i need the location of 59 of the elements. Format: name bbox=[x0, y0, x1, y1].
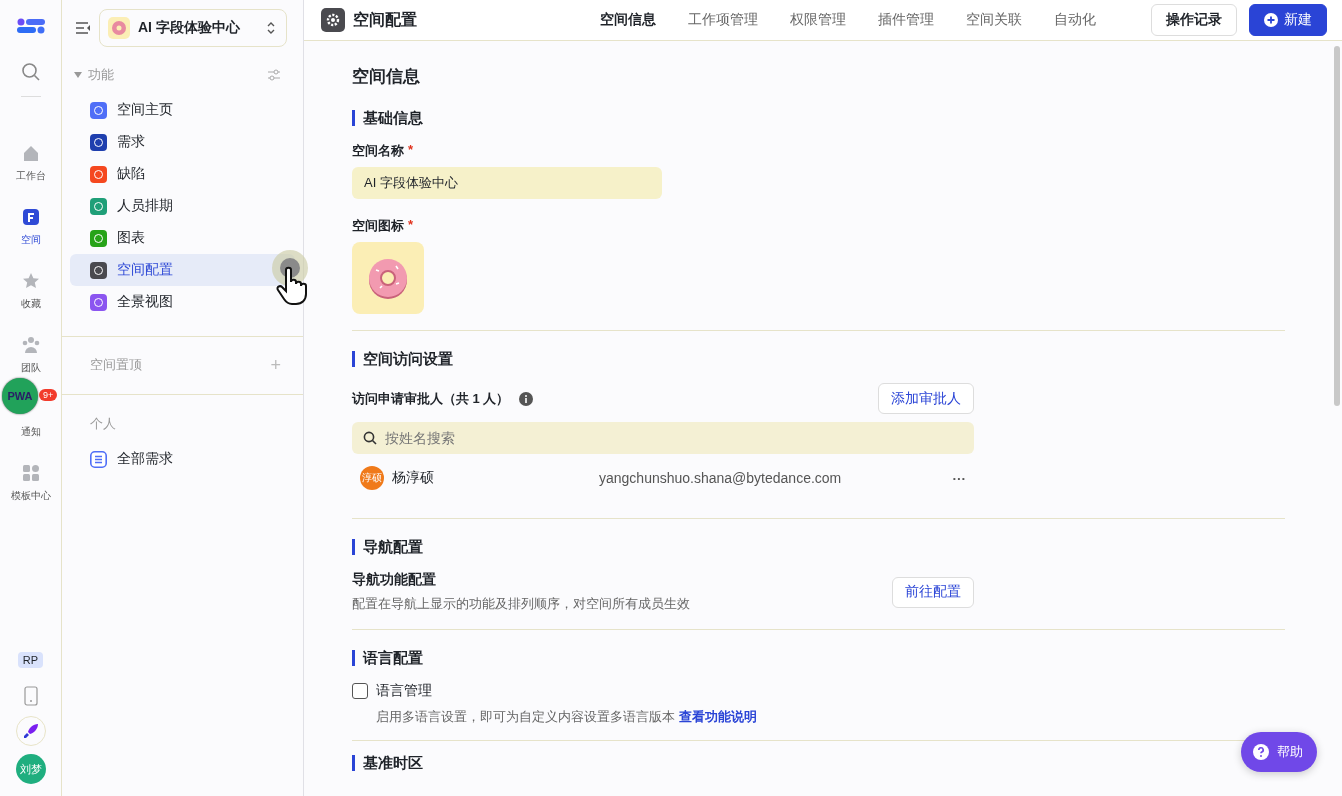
tab[interactable]: 空间关联 bbox=[950, 11, 1038, 29]
nav-item[interactable]: 空间配置 bbox=[70, 254, 295, 286]
more-button[interactable]: ··· bbox=[952, 470, 966, 486]
checkbox-label: 语言管理 bbox=[376, 682, 432, 700]
rail-item-label: 通知 bbox=[20, 425, 41, 439]
subsection-heading: 基础信息 bbox=[352, 110, 1285, 126]
rail-item-label: 收藏 bbox=[20, 297, 41, 311]
member-name: 杨淳硕 bbox=[392, 469, 435, 487]
section-title: 功能 bbox=[88, 66, 115, 84]
notification-badge: 9+ bbox=[39, 389, 58, 401]
tab[interactable]: 权限管理 bbox=[774, 11, 862, 29]
tab[interactable]: 空间信息 bbox=[584, 11, 672, 29]
rail-item[interactable]: 工作台 bbox=[0, 143, 61, 183]
subsection-heading: 空间访问设置 bbox=[352, 351, 1285, 367]
space-name-field[interactable]: AI 字段体验中心 bbox=[352, 167, 662, 199]
nav-item[interactable]: 人员排期 bbox=[70, 190, 295, 222]
rail-item-label: 工作台 bbox=[15, 169, 46, 183]
nav-item[interactable]: 图表 bbox=[70, 222, 295, 254]
nav-item[interactable]: 空间主页 bbox=[70, 94, 295, 126]
section-title: 空间置顶 bbox=[90, 356, 143, 374]
section-title: 空间信息 bbox=[352, 66, 421, 88]
pwa-badge: PWA bbox=[2, 378, 38, 414]
configure-button[interactable]: 前往配置 bbox=[892, 576, 974, 608]
required-mark: * bbox=[408, 217, 414, 234]
option-description: 启用多语言设置，即可为自定义内容设置多语言版本 查看功能说明 bbox=[376, 708, 758, 726]
rail-item-label: 团队 bbox=[20, 361, 41, 375]
subsection-heading: 语言配置 bbox=[352, 650, 1285, 666]
rail-item[interactable]: 团队 bbox=[0, 335, 61, 375]
field-label: 空间名称 bbox=[352, 142, 404, 160]
rail-item[interactable]: 通知 bbox=[0, 425, 61, 439]
nav-item[interactable]: 需求 bbox=[70, 126, 295, 158]
search-field[interactable]: 按姓名搜索 bbox=[352, 422, 974, 454]
rail-item[interactable]: 模板中心 bbox=[0, 463, 61, 503]
page-title: 空间配置 bbox=[353, 9, 418, 30]
nav-item[interactable]: 全部需求 bbox=[70, 443, 295, 475]
member-email: yangchunshuo.shana@bytedance.com bbox=[599, 470, 843, 486]
tab[interactable]: 插件管理 bbox=[862, 11, 950, 29]
tab[interactable]: 工作项管理 bbox=[672, 11, 774, 29]
section-title: 个人 bbox=[90, 415, 117, 433]
add-approver-button[interactable]: 添加审批人 bbox=[878, 383, 974, 414]
feature-doc-link[interactable]: 查看功能说明 bbox=[678, 709, 757, 724]
field-label: 访问申请审批人（共 1 人） bbox=[352, 389, 510, 408]
space-name: AI 字段体验中心 bbox=[138, 19, 241, 37]
nav-item[interactable]: 缺陷 bbox=[70, 158, 295, 190]
setting-title: 导航功能配置 bbox=[352, 571, 437, 589]
setting-description: 配置在导航上显示的功能及排列顺序，对空间所有成员生效 bbox=[352, 595, 690, 613]
new-button[interactable]: 新建 bbox=[1249, 4, 1327, 36]
field-label: 空间图标 bbox=[352, 217, 404, 235]
member-avatar: 淳硕 bbox=[360, 466, 384, 490]
required-mark: * bbox=[408, 142, 414, 159]
rail-item-label: 模板中心 bbox=[10, 489, 51, 503]
rail-item-label: 空间 bbox=[20, 233, 41, 247]
rp-tag[interactable]: RP bbox=[17, 652, 44, 668]
tab[interactable]: 自动化 bbox=[1038, 11, 1112, 29]
space-switcher[interactable]: AI 字段体验中心 bbox=[99, 9, 287, 47]
history-button[interactable]: 操作记录 bbox=[1151, 4, 1237, 36]
rail-item[interactable]: 收藏 bbox=[0, 271, 61, 311]
subsection-heading: 导航配置 bbox=[352, 539, 1285, 555]
rail-item[interactable]: 空间 bbox=[0, 207, 61, 247]
